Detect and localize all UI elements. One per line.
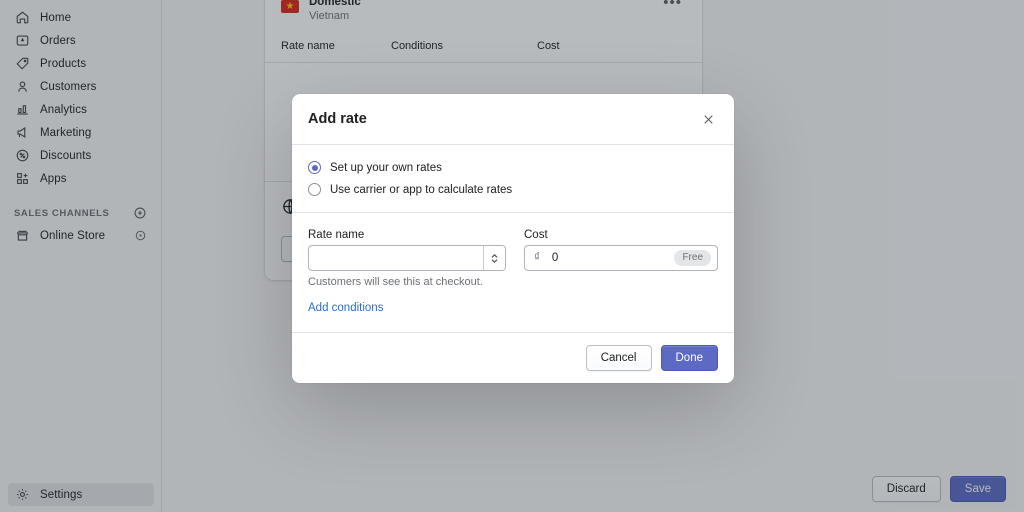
rate-name-input[interactable] (309, 246, 483, 270)
cost-input-shell[interactable]: ₫ Free (524, 245, 718, 271)
currency-symbol: ₫ (525, 246, 544, 270)
rate-name-label: Rate name (308, 229, 506, 241)
radio-option-carrier-rates[interactable]: Use carrier or app to calculate rates (308, 183, 718, 196)
rate-name-input-shell[interactable] (308, 245, 506, 271)
cancel-button[interactable]: Cancel (586, 345, 652, 371)
free-badge: Free (674, 250, 711, 266)
radio-label: Set up your own rates (330, 162, 442, 174)
cost-label: Cost (524, 229, 718, 241)
done-button[interactable]: Done (661, 345, 719, 371)
stepper-icon[interactable] (483, 246, 505, 270)
fields-row: Rate name Customers will see this at che… (308, 229, 718, 288)
close-icon[interactable] (698, 109, 718, 129)
modal-title: Add rate (308, 111, 367, 127)
modal-header: Add rate (292, 94, 734, 145)
modal-body: Rate name Customers will see this at che… (292, 213, 734, 333)
rate-name-field-group: Rate name Customers will see this at che… (308, 229, 506, 288)
rate-name-helptext: Customers will see this at checkout. (308, 276, 506, 288)
radio-option-own-rates[interactable]: Set up your own rates (308, 161, 718, 174)
add-rate-modal: Add rate Set up your own rates Use carri… (292, 94, 734, 383)
shopify-admin-app: Home Orders Products Customers Analytics (0, 0, 1024, 512)
cost-field-group: Cost ₫ Free (524, 229, 718, 288)
cost-input[interactable] (544, 246, 671, 270)
rate-type-options: Set up your own rates Use carrier or app… (292, 145, 734, 213)
cost-badge-wrap: Free (674, 250, 711, 266)
radio-label: Use carrier or app to calculate rates (330, 184, 512, 196)
modal-footer: Cancel Done (292, 333, 734, 383)
radio-indicator[interactable] (308, 161, 321, 174)
radio-indicator[interactable] (308, 183, 321, 196)
add-conditions-link[interactable]: Add conditions (308, 302, 383, 314)
